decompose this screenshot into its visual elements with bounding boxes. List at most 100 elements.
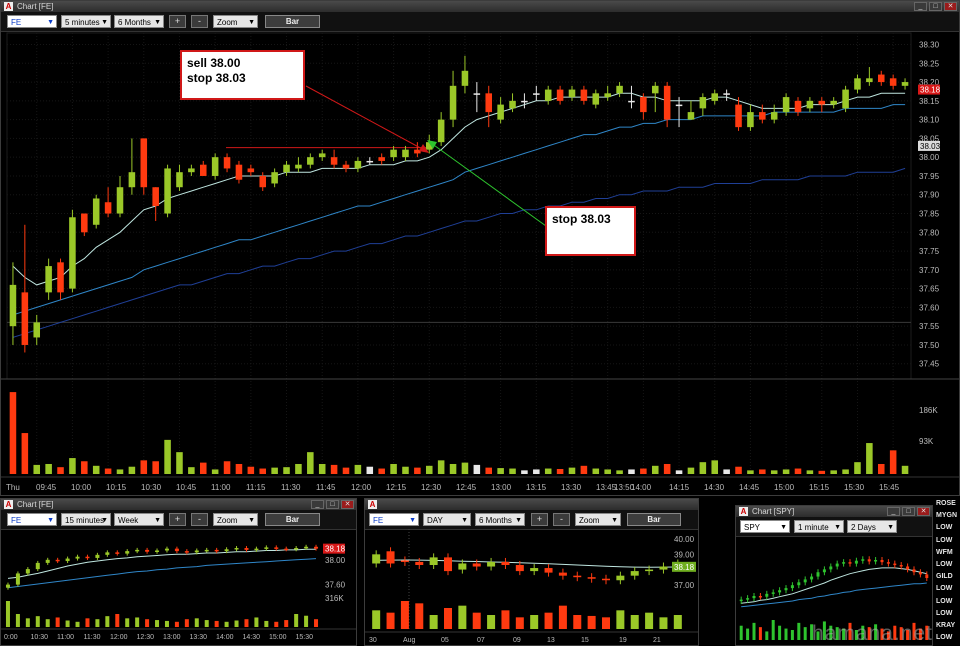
volume-bar — [21, 433, 29, 474]
volume-bar — [458, 605, 467, 629]
symbol-input[interactable]: FE ▼ — [7, 15, 57, 28]
minimize-button[interactable]: _ — [887, 507, 900, 516]
candle-body — [645, 569, 654, 572]
zoom-in-button[interactable]: + — [531, 513, 548, 526]
volume-bar — [330, 464, 338, 474]
candle-body — [444, 557, 452, 572]
candle-body — [92, 198, 100, 225]
time-axis-label: 11:30 — [281, 483, 301, 492]
symbol-input[interactable]: FE ▼ — [369, 513, 419, 526]
watchlist-item[interactable]: GILD — [936, 571, 960, 583]
candle-body — [449, 85, 457, 120]
bar-type-button[interactable]: Bar — [627, 513, 681, 526]
chart4-titlebar[interactable]: A Chart [SPY] _ □ ✕ — [736, 506, 932, 517]
candle-body — [918, 572, 922, 575]
candle-body — [244, 548, 249, 550]
zoom-in-button[interactable]: + — [169, 15, 186, 28]
zoom-select[interactable]: Zoom ▼ — [575, 513, 621, 526]
watchlist-item[interactable]: LOW — [936, 632, 960, 644]
watchlist-item[interactable]: LOW — [936, 608, 960, 620]
maximize-button[interactable]: □ — [929, 2, 942, 11]
zoom-select[interactable]: Zoom ▼ — [213, 15, 258, 28]
volume-bar — [444, 608, 452, 629]
volume-bar — [45, 463, 52, 474]
candle-body — [842, 562, 846, 564]
volume-bar — [304, 615, 309, 627]
zoom-select[interactable]: Zoom ▼ — [213, 513, 258, 526]
volume-bar — [425, 465, 433, 474]
watchlist-item[interactable]: LOW — [936, 583, 960, 595]
chart2-titlebar[interactable]: A Chart [FE] _ □ ✕ — [1, 499, 356, 510]
time-axis-label: 21 — [653, 637, 661, 644]
candle-body — [558, 572, 567, 576]
chart3-price-chart[interactable]: 40.00 39.00 38.18 37.00 30 Aug 05 07 09 13 15 19 21 — [365, 529, 698, 645]
candle-body — [675, 104, 683, 107]
range-select[interactable]: 6 Months ▼ — [475, 513, 525, 526]
zoom-out-button[interactable]: - — [191, 513, 208, 526]
watchlist-item[interactable]: LOW — [936, 596, 960, 608]
range-select[interactable]: 6 Months ▼ — [114, 15, 164, 28]
volume-bar — [164, 620, 169, 627]
interval-select[interactable]: 5 minutes ▼ — [61, 15, 111, 28]
minimize-button[interactable]: _ — [914, 2, 927, 11]
sell-note[interactable]: sell 38.00 stop 38.03 — [180, 50, 305, 100]
watchlist-item[interactable]: MYGN — [936, 510, 960, 522]
main-titlebar[interactable]: A Chart [FE] _ □ ✕ — [1, 1, 959, 12]
main-price-chart[interactable]: 38.3038.2538.2038.1538.1038.0538.0037.95… — [1, 31, 959, 496]
app-logo-icon: A — [368, 500, 377, 509]
volume-bar — [616, 610, 625, 629]
candle-body — [271, 172, 278, 184]
bar-type-button[interactable]: Bar — [265, 513, 320, 526]
watchlist-item[interactable]: LOW — [936, 522, 960, 534]
zoom-in-button[interactable]: + — [169, 513, 186, 526]
volume-bar — [746, 628, 750, 640]
range-select[interactable]: Week ▼ — [114, 513, 164, 526]
minimize-button[interactable]: _ — [311, 500, 324, 509]
chart3-titlebar[interactable]: A — [365, 499, 698, 510]
symbol-input[interactable]: FE ▼ — [7, 513, 57, 526]
candle-body — [747, 112, 754, 128]
volume-bar — [145, 619, 150, 627]
stop-note[interactable]: stop 38.03 — [545, 206, 636, 256]
chevron-down-icon: ▼ — [154, 517, 161, 524]
candle-body — [501, 561, 510, 565]
watchlist-item[interactable]: ROSE — [936, 498, 960, 510]
volume-bar — [616, 470, 623, 474]
maximize-button[interactable]: □ — [902, 507, 915, 516]
watchlist-item[interactable]: LOW — [936, 559, 960, 571]
close-button[interactable]: ✕ — [341, 500, 354, 509]
candle-body — [854, 78, 861, 90]
time-axis-label: 13:00 — [163, 634, 181, 641]
interval-select[interactable]: 1 minute ▼ — [794, 520, 844, 533]
candle-body — [247, 168, 255, 173]
volume-bar — [580, 465, 588, 474]
interval-select[interactable]: DAY ▼ — [423, 513, 471, 526]
volume-bar — [354, 464, 362, 474]
volume-bar — [307, 452, 314, 474]
watchlist-item[interactable]: WFM — [936, 547, 960, 559]
volume-bar — [254, 617, 259, 627]
candle-body — [318, 153, 326, 158]
last-price-tag: 38.18 — [325, 545, 346, 554]
interval-select[interactable]: 15 minutes ▼ — [61, 513, 111, 526]
volume-bar — [75, 621, 80, 627]
close-button[interactable]: ✕ — [944, 2, 957, 11]
range-select[interactable]: 2 Days ▼ — [847, 520, 897, 533]
watchlist-item[interactable]: LOW — [936, 535, 960, 547]
price-axis-label: 38.00 — [919, 153, 940, 162]
symbol-input[interactable]: SPY ▼ — [740, 520, 790, 533]
zoom-out-button[interactable]: - — [191, 15, 208, 28]
bar-type-button[interactable]: Bar — [265, 15, 320, 28]
candle-body — [628, 100, 635, 103]
zoom-out-button[interactable]: - — [553, 513, 570, 526]
candle-body — [33, 322, 41, 338]
time-axis-label: 14:00 — [216, 634, 234, 641]
candle-body — [867, 559, 871, 562]
price-axis-label: 37.95 — [919, 172, 940, 181]
watchlist-item[interactable]: KRAY — [936, 620, 960, 632]
volume-bar — [473, 464, 481, 474]
time-axis-label: 12:45 — [456, 483, 477, 492]
maximize-button[interactable]: □ — [326, 500, 339, 509]
close-button[interactable]: ✕ — [917, 507, 930, 516]
chart2-price-chart[interactable]: 38.00 37.60 38.18 316K 0:00 10:30 11:00 11:30 12… — [1, 529, 356, 645]
